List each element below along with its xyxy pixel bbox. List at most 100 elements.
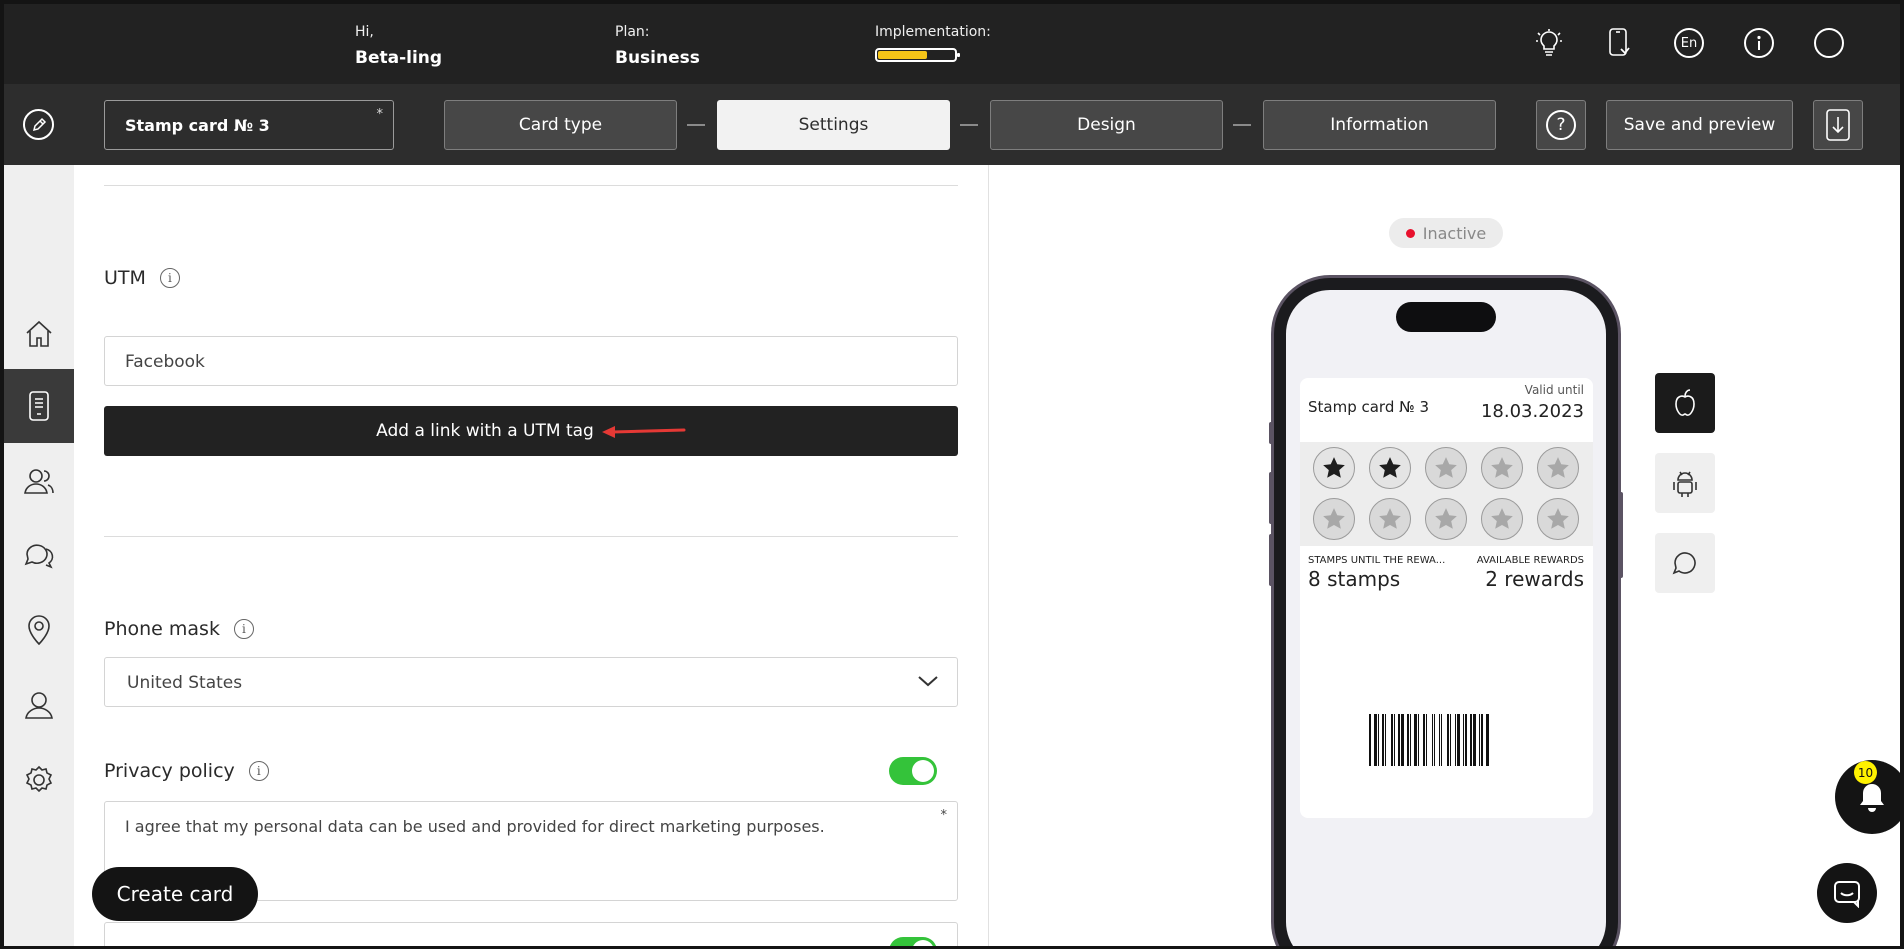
language-icon[interactable]: En [1674, 28, 1704, 58]
download-icon [1826, 109, 1850, 141]
card-name-field[interactable]: Stamp card № 3 * [104, 100, 394, 150]
home-icon [26, 320, 52, 347]
step-separator [1233, 124, 1251, 126]
valid-until-value: 18.03.2023 [1480, 401, 1584, 422]
barcode-bar [1432, 714, 1433, 766]
barcode-bar [1463, 714, 1464, 766]
clients-icon [24, 469, 54, 494]
implementation-progress [875, 48, 960, 62]
wallet-pass-card: Stamp card № 3 Valid until 18.03.2023 ST… [1300, 378, 1593, 818]
divider [104, 185, 958, 186]
rewards-label: AVAILABLE REWARDS [1476, 555, 1584, 566]
plan-info: Plan: Business [615, 24, 700, 68]
barcode-bar [1457, 714, 1460, 766]
next-toggle[interactable] [889, 937, 937, 949]
barcode-bar [1391, 714, 1393, 766]
header-actions: En [1534, 28, 1844, 58]
location-icon [28, 615, 50, 646]
android-platform-button[interactable] [1655, 453, 1715, 513]
sidebar-item-messages[interactable] [4, 518, 74, 592]
sidebar-item-cards[interactable] [4, 369, 74, 443]
panel-divider [988, 165, 989, 949]
phone-dynamic-island [1396, 302, 1496, 332]
card-name-value: Stamp card № 3 [125, 116, 270, 135]
tab-card-type[interactable]: Card type [444, 100, 677, 150]
stamp-empty [1425, 498, 1467, 540]
star-icon [1547, 457, 1569, 478]
barcode-bar [1470, 714, 1472, 766]
chat-platform-button[interactable] [1655, 533, 1715, 593]
star-icon [1547, 508, 1569, 529]
star-icon [1323, 457, 1345, 478]
download-button[interactable] [1813, 100, 1863, 150]
next-field[interactable] [104, 922, 958, 949]
utm-input[interactable]: Facebook [104, 336, 958, 386]
barcode [1369, 714, 1523, 766]
tab-settings[interactable]: Settings [717, 100, 950, 150]
valid-until-label: Valid until [1524, 383, 1584, 397]
phone-mask-select[interactable]: United States [104, 657, 958, 707]
barcode-bar [1385, 714, 1386, 766]
info-icon[interactable]: i [233, 619, 254, 639]
barcode-bar [1434, 714, 1435, 766]
save-and-preview-button[interactable]: Save and preview [1606, 100, 1793, 150]
phone-side-button [1269, 472, 1273, 524]
android-icon [1673, 471, 1697, 497]
apple-platform-button[interactable] [1655, 373, 1715, 433]
barcode-bar [1378, 714, 1379, 766]
create-card-button[interactable]: Create card [92, 867, 258, 921]
phone-side-button [1269, 422, 1273, 444]
profile-icon[interactable] [1814, 28, 1844, 58]
required-mark: * [940, 808, 948, 823]
stamp-empty [1425, 447, 1467, 489]
privacy-section-label: Privacy policy i [104, 760, 269, 782]
sidebar-item-locations[interactable] [4, 593, 74, 667]
help-icon: ? [1546, 110, 1576, 140]
tab-design[interactable]: Design [990, 100, 1223, 150]
utm-label: UTM [104, 267, 146, 289]
user-icon [25, 692, 53, 719]
lightbulb-icon[interactable] [1534, 28, 1564, 58]
top-header: Hi, Beta-ling Plan: Business Implementat… [0, 0, 1904, 84]
stamps-until-value: 8 stamps [1308, 567, 1401, 591]
star-icon [1435, 508, 1457, 529]
info-icon[interactable]: i [248, 761, 269, 781]
barcode-bar [1439, 714, 1440, 766]
stamp-empty [1369, 498, 1411, 540]
info-icon[interactable] [1744, 28, 1774, 58]
chevron-down-icon [918, 676, 938, 687]
sidebar-item-settings[interactable] [4, 743, 74, 817]
implementation-info: Implementation: [875, 24, 991, 62]
sidebar-item-users[interactable] [4, 668, 74, 742]
barcode-bar [1369, 714, 1371, 766]
barcode-bar [1441, 714, 1442, 766]
greeting-label: Hi, [355, 24, 374, 40]
star-icon [1323, 508, 1345, 529]
add-utm-link-button[interactable]: Add a link with a UTM tag [104, 406, 958, 456]
tab-information[interactable]: Information [1263, 100, 1496, 150]
barcode-bar [1401, 714, 1404, 766]
messages-icon [24, 544, 54, 569]
support-chat-button[interactable] [1817, 863, 1877, 923]
step-separator [960, 124, 978, 126]
privacy-toggle[interactable] [889, 757, 937, 785]
star-icon [1435, 457, 1457, 478]
phone-icon[interactable] [1604, 28, 1634, 58]
sidebar-item-home[interactable] [4, 297, 74, 371]
required-mark: * [376, 107, 384, 122]
stamp-grid [1300, 442, 1593, 546]
status-text: Inactive [1422, 223, 1487, 243]
help-button[interactable]: ? [1536, 100, 1586, 150]
barcode-bar [1479, 714, 1480, 766]
info-icon[interactable]: i [159, 268, 180, 288]
stamp-empty [1313, 498, 1355, 540]
status-dot [1405, 228, 1415, 238]
plan-value: Business [615, 48, 700, 68]
barcode-bar [1486, 714, 1489, 766]
sidebar-item-clients[interactable] [4, 444, 74, 518]
sidebar [0, 165, 74, 949]
stamp-empty [1481, 447, 1523, 489]
card-icon [29, 391, 49, 421]
edit-icon[interactable] [23, 109, 54, 140]
barcode-bar [1455, 714, 1456, 766]
